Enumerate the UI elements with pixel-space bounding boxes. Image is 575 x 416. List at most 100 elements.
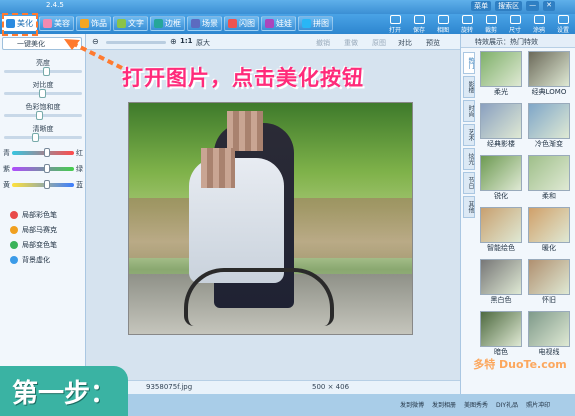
color-track[interactable] xyxy=(12,180,74,189)
effect-item[interactable]: 电视线 xyxy=(527,311,571,359)
effect-category-0[interactable]: 热门 xyxy=(463,52,475,74)
color-track[interactable] xyxy=(12,164,74,173)
reset-button[interactable]: 原图 xyxy=(372,38,386,48)
bottom-item-2[interactable]: 美图秀秀 xyxy=(464,400,488,409)
toolbar-button-3[interactable]: 旋转 xyxy=(455,14,479,34)
effect-category-2[interactable]: 时尚 xyxy=(463,100,475,122)
slider-label: 清晰度 xyxy=(32,125,54,133)
minimize-button[interactable]: — xyxy=(526,1,540,11)
effect-thumbnail[interactable] xyxy=(528,207,570,243)
toolbar-button-0[interactable]: 打开 xyxy=(383,14,407,34)
slider-knob[interactable] xyxy=(42,67,50,76)
effect-thumbnail[interactable] xyxy=(480,51,522,87)
color-slider-0[interactable]: 青红 xyxy=(3,148,83,158)
effect-thumbnail[interactable] xyxy=(480,155,522,191)
effect-thumbnail[interactable] xyxy=(528,155,570,191)
brush-icon xyxy=(10,241,18,249)
toolbar-button-7[interactable]: 设置 xyxy=(551,14,575,34)
slider-track[interactable] xyxy=(4,67,82,76)
slider-knob[interactable] xyxy=(32,133,39,142)
slider-track[interactable] xyxy=(4,111,82,120)
color-knob[interactable] xyxy=(44,180,50,189)
menu-button[interactable]: 菜单 xyxy=(471,1,492,11)
color-slider-2[interactable]: 黄蓝 xyxy=(3,180,83,190)
effect-item[interactable]: 黑白色 xyxy=(479,259,523,307)
effect-category-4[interactable]: 炫光 xyxy=(463,148,475,170)
effect-category-1[interactable]: 影楼 xyxy=(463,76,475,98)
effect-item[interactable]: 柔光 xyxy=(479,51,523,99)
toolbar-button-6[interactable]: 涂鸦 xyxy=(527,14,551,34)
adjust-slider-2[interactable]: 色彩饱和度 xyxy=(4,102,82,120)
tool-icon xyxy=(389,15,401,24)
effect-item[interactable]: 经典影楼 xyxy=(479,103,523,151)
effect-item[interactable]: 锐化 xyxy=(479,155,523,203)
effect-item[interactable]: 怀旧 xyxy=(527,259,571,307)
effect-thumbnail[interactable] xyxy=(480,103,522,139)
tab-3[interactable]: 文字 xyxy=(113,16,148,31)
tab-2[interactable]: 饰品 xyxy=(76,16,111,31)
tab-7[interactable]: 娃娃 xyxy=(261,16,296,31)
effect-item[interactable]: 冷色渐变 xyxy=(527,103,571,151)
effect-thumbnail[interactable] xyxy=(480,207,522,243)
effect-thumbnail[interactable] xyxy=(480,311,522,347)
close-button[interactable]: ✕ xyxy=(543,1,555,11)
slider-knob[interactable] xyxy=(39,89,46,98)
effect-item[interactable]: 智能绘色 xyxy=(479,207,523,255)
file-name: 9358075f.jpg xyxy=(146,383,193,391)
adjust-slider-3[interactable]: 清晰度 xyxy=(4,124,82,142)
tool-label: 裁剪 xyxy=(484,27,497,34)
brush-tool-1[interactable]: 局部马赛克 xyxy=(10,225,57,235)
tab-1[interactable]: 美容 xyxy=(39,16,74,31)
app-version: 2.4.5 xyxy=(46,1,64,9)
toolbar-button-1[interactable]: 保存 xyxy=(407,14,431,34)
adjust-slider-1[interactable]: 对比度 xyxy=(4,80,82,98)
effect-category-3[interactable]: 艺术 xyxy=(463,124,475,146)
undo-button[interactable]: 撤销 xyxy=(316,38,330,48)
blurred-face-adult xyxy=(227,111,263,151)
brush-label: 背景虚化 xyxy=(22,256,50,264)
effect-thumbnail[interactable] xyxy=(528,51,570,87)
effect-item[interactable]: 暗色 xyxy=(479,311,523,359)
slider-track[interactable] xyxy=(4,89,82,98)
original-size-button[interactable]: 原大 xyxy=(196,38,210,48)
brush-icon xyxy=(10,211,18,219)
search-button[interactable]: 搜索区 xyxy=(495,1,523,11)
bottom-item-4[interactable]: 照片冲印 xyxy=(526,400,550,409)
color-slider-1[interactable]: 紫绿 xyxy=(3,164,83,174)
effect-thumbnail[interactable] xyxy=(528,311,570,347)
brush-tool-0[interactable]: 局部彩色笔 xyxy=(10,210,57,220)
effect-thumbnail[interactable] xyxy=(528,259,570,295)
effect-category-6[interactable]: 其他 xyxy=(463,196,475,218)
toolbar-button-2[interactable]: 相图 xyxy=(431,14,455,34)
color-track[interactable] xyxy=(12,148,74,157)
effect-item[interactable]: 经典LOMO xyxy=(527,51,571,99)
slider-knob[interactable] xyxy=(35,111,43,120)
effect-category-5[interactable]: 节日 xyxy=(463,172,475,194)
zoom-in-icon[interactable]: ⊕ xyxy=(170,37,177,46)
effect-item[interactable]: 暖化 xyxy=(527,207,571,255)
tab-8[interactable]: 拼图 xyxy=(298,16,333,31)
tool-icon xyxy=(413,15,425,24)
effect-item[interactable]: 柔和 xyxy=(527,155,571,203)
redo-button[interactable]: 重做 xyxy=(344,38,358,48)
edited-photo[interactable] xyxy=(128,102,413,335)
preview-button[interactable]: 预览 xyxy=(426,38,440,48)
toolbar-button-4[interactable]: 裁剪 xyxy=(479,14,503,34)
bottom-item-0[interactable]: 发到微博 xyxy=(400,400,424,409)
brush-tool-2[interactable]: 局部变色笔 xyxy=(10,240,57,250)
tab-5[interactable]: 场景 xyxy=(187,16,222,31)
bottom-item-3[interactable]: DIY礼品 xyxy=(496,400,518,409)
tab-4[interactable]: 边框 xyxy=(150,16,185,31)
compare-button[interactable]: 对比 xyxy=(398,38,412,48)
color-knob[interactable] xyxy=(44,148,50,157)
zoom-ratio[interactable]: 1:1 xyxy=(180,37,193,45)
effect-thumbnail[interactable] xyxy=(480,259,522,295)
tool-icon xyxy=(509,15,521,24)
color-knob[interactable] xyxy=(44,164,50,173)
slider-track[interactable] xyxy=(4,133,82,142)
effect-thumbnail[interactable] xyxy=(528,103,570,139)
bottom-item-1[interactable]: 发到相册 xyxy=(432,400,456,409)
tab-6[interactable]: 闪图 xyxy=(224,16,259,31)
brush-tool-3[interactable]: 背景虚化 xyxy=(10,255,50,265)
toolbar-button-5[interactable]: 尺寸 xyxy=(503,14,527,34)
